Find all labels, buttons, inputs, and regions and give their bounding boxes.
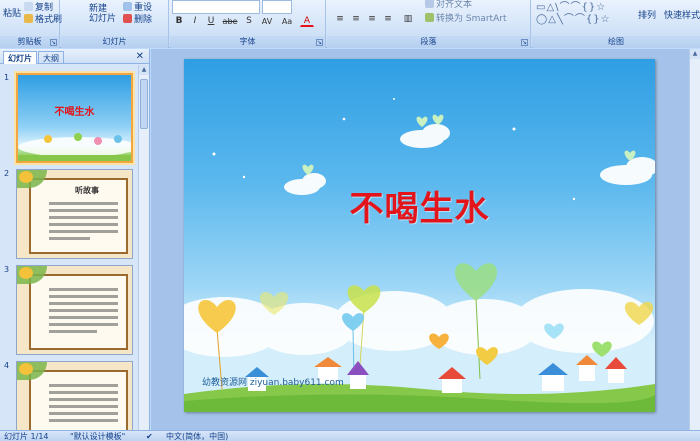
slides-group-label: 幻灯片 <box>61 36 168 48</box>
smartart-label: 转换为 SmartArt <box>436 14 507 24</box>
slides-group: 新建 幻灯片 重设 删除 幻灯片 <box>61 0 169 48</box>
slide-thumbnail[interactable] <box>16 361 133 430</box>
thumbnail-text-lines <box>49 202 118 244</box>
clipboard-launcher-icon[interactable]: ↘ <box>50 39 57 46</box>
slide-thumbnail-row[interactable]: 1 不喝生水 <box>0 71 138 167</box>
pane-tabs: 幻灯片 大纲 ✕ <box>0 49 149 64</box>
theme-name: "默认设计模板" <box>70 432 126 441</box>
columns-button[interactable]: ▥ <box>401 12 415 25</box>
ribbon: 粘贴 复制 格式刷 剪贴板 ↘ 新建 幻灯片 重设 删除 幻灯片 B I U a… <box>0 0 700 48</box>
slide-thumbnail[interactable]: 不喝生水 <box>16 73 133 163</box>
quick-styles-button[interactable]: 快速样式 <box>664 8 700 21</box>
slide-counter: 幻灯片 1/14 <box>4 432 49 441</box>
spellcheck-icon[interactable]: ✔ <box>146 431 153 441</box>
font-group: B I U abe S AV Aa A 字体 ↘ <box>170 0 326 48</box>
convert-smartart-button[interactable]: 转换为 SmartArt <box>425 11 506 24</box>
scroll-up-icon[interactable]: ▲ <box>690 49 700 59</box>
slide-thumbnail[interactable] <box>16 265 133 355</box>
delete-label: 删除 <box>134 15 153 25</box>
paste-button[interactable]: 粘贴 <box>3 6 21 19</box>
status-bar: 幻灯片 1/14 "默认设计模板" ✔ 中文(简体，中国) <box>0 430 700 441</box>
paste-label: 粘贴 <box>3 9 22 19</box>
clipboard-group: 粘贴 复制 格式刷 剪贴板 ↘ <box>0 0 62 48</box>
slide-number: 4 <box>4 361 10 370</box>
slide-number: 3 <box>4 265 10 274</box>
slide-number: 2 <box>4 169 10 178</box>
font-name-combo[interactable] <box>172 0 260 14</box>
pane-scrollbar[interactable]: ▲ <box>138 65 149 430</box>
delete-icon <box>123 14 132 23</box>
strikethrough-button[interactable]: abe <box>220 14 240 27</box>
drawing-group-label: 绘图 <box>532 36 700 48</box>
format-painter-label: 格式刷 <box>35 15 63 25</box>
paragraph-group: ≡ ≡ ≡ ≡ ▥ 对齐文本 转换为 SmartArt 段落 ↘ <box>327 0 531 48</box>
thumbnail-text-lines <box>49 384 118 426</box>
change-case-button[interactable]: Aa <box>278 14 296 27</box>
slide-thumbnail-row[interactable]: 3 <box>0 263 138 359</box>
thumbnail-list: 1 不喝生水 2 听故事 3 4 <box>0 65 138 430</box>
close-icon[interactable]: ✕ <box>136 49 144 64</box>
font-size-combo[interactable] <box>262 0 292 14</box>
underline-button[interactable]: U <box>204 14 218 27</box>
bold-button[interactable]: B <box>172 14 186 27</box>
thumbnail-frame <box>29 370 128 430</box>
align-text-label: 对齐文本 <box>436 0 473 10</box>
thumbnail-scene <box>18 133 131 161</box>
thumbnail-title: 不喝生水 <box>54 107 95 118</box>
align-text-icon <box>425 0 434 8</box>
thumbnail-frame: 听故事 <box>29 178 128 254</box>
slide-editor: 不喝生水 幼教资源网 ziyuan.baby611.com ▲ <box>151 49 700 430</box>
arrange-label: 排列 <box>638 11 657 21</box>
thumbnail-title: 听故事 <box>75 186 99 195</box>
bird-icon <box>19 363 33 375</box>
font-group-label: 字体 <box>170 36 325 48</box>
font-launcher-icon[interactable]: ↘ <box>316 39 323 46</box>
drawing-group: ▭△\⌒⌒{}☆ ◯△╲⌒⌒{}☆ 排列 快速样式 绘图 <box>532 0 700 48</box>
align-right-button[interactable]: ≡ <box>365 12 379 25</box>
bird-icon <box>19 171 33 183</box>
font-color-button[interactable]: A <box>300 14 314 27</box>
italic-button[interactable]: I <box>188 14 202 27</box>
slide-number: 1 <box>4 73 10 82</box>
slides-pane: 幻灯片 大纲 ✕ 1 不喝生水 2 听故事 3 4 ▲ <box>0 49 150 430</box>
slide-background-art <box>184 98 655 412</box>
thumbnail-frame <box>29 274 128 350</box>
slide-title[interactable]: 不喝生水 <box>184 181 655 230</box>
slide-thumbnail-row[interactable]: 4 <box>0 359 138 430</box>
arrange-button[interactable]: 排列 <box>638 8 656 21</box>
scroll-up-icon[interactable]: ▲ <box>139 65 149 75</box>
thumbnail-text-lines <box>49 288 118 337</box>
slide-thumbnail[interactable]: 听故事 <box>16 169 133 259</box>
align-text-button[interactable]: 对齐文本 <box>425 0 472 10</box>
reset-icon <box>123 2 132 11</box>
format-painter-icon <box>24 14 33 23</box>
tab-outline[interactable]: 大纲 <box>38 51 64 64</box>
scrollbar-thumb[interactable] <box>140 79 148 129</box>
align-left-button[interactable]: ≡ <box>333 12 347 25</box>
slide-thumbnail-row[interactable]: 2 听故事 <box>0 167 138 263</box>
shapes-gallery-row2[interactable]: ◯△╲⌒⌒{}☆ <box>536 10 611 25</box>
new-slide-button[interactable]: 新建 幻灯片 <box>89 4 116 24</box>
format-painter-button[interactable]: 格式刷 <box>24 12 62 25</box>
editor-scrollbar[interactable]: ▲ <box>689 49 700 430</box>
language-indicator: 中文(简体，中国) <box>166 432 229 441</box>
shadow-button[interactable]: S <box>242 14 256 27</box>
paragraph-group-label: 段落 <box>327 36 530 48</box>
copy-icon <box>24 2 33 11</box>
delete-slide-button[interactable]: 删除 <box>123 12 152 25</box>
align-center-button[interactable]: ≡ <box>349 12 363 25</box>
tab-slides[interactable]: 幻灯片 <box>3 51 37 64</box>
watermark-text: 幼教资源网 ziyuan.baby611.com <box>202 378 344 388</box>
paragraph-launcher-icon[interactable]: ↘ <box>521 39 528 46</box>
bird-icon <box>19 267 33 279</box>
new-slide-label: 新建 幻灯片 <box>89 4 117 24</box>
slide-canvas[interactable]: 不喝生水 幼教资源网 ziyuan.baby611.com <box>184 59 655 412</box>
justify-button[interactable]: ≡ <box>381 12 395 25</box>
char-spacing-button[interactable]: AV <box>258 14 276 27</box>
quick-styles-label: 快速样式 <box>664 11 700 21</box>
smartart-icon <box>425 13 434 22</box>
